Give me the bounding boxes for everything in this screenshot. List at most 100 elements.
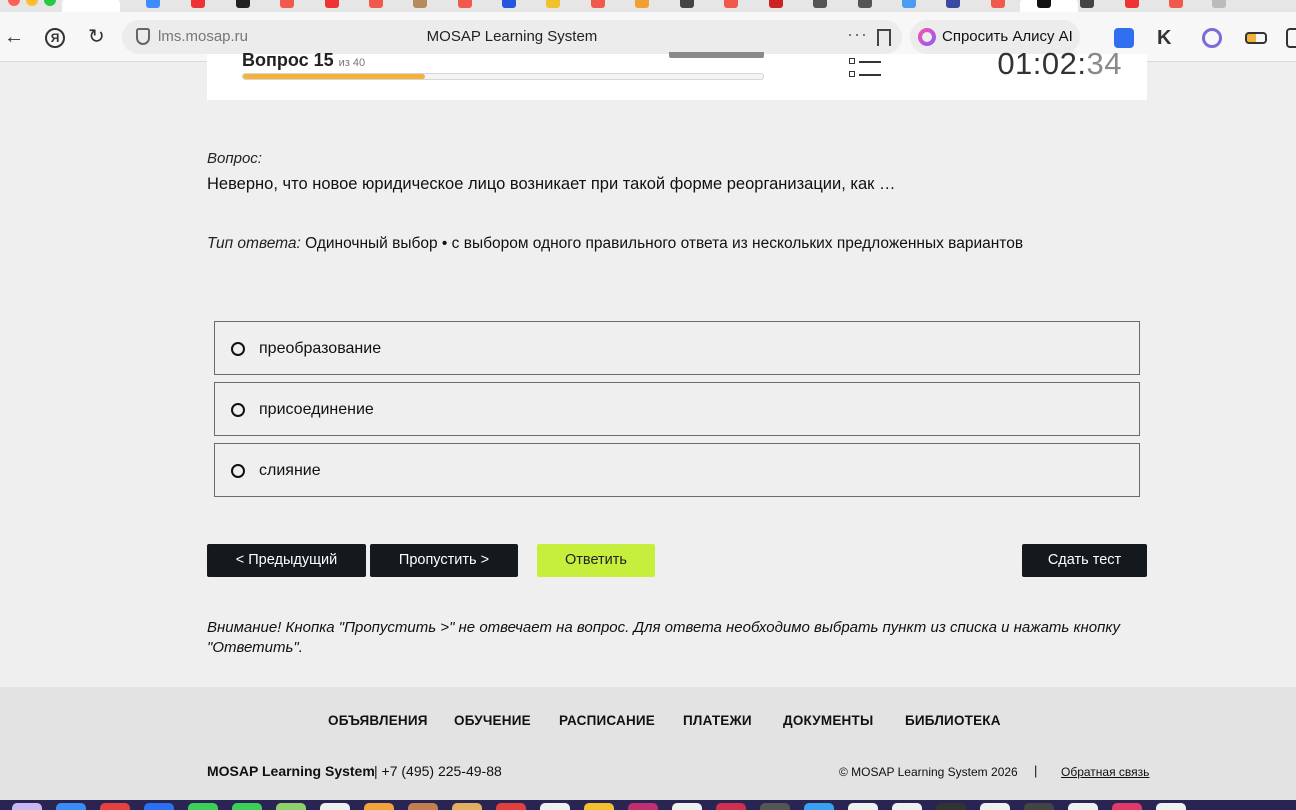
tab-favicon[interactable]	[325, 0, 339, 8]
option-label: присоединение	[259, 401, 374, 418]
submit-test-button[interactable]: Сдать тест	[1022, 544, 1147, 577]
dock-app-icon[interactable]	[936, 803, 966, 810]
dock-app-icon[interactable]	[320, 803, 350, 810]
tab-favicon[interactable]	[413, 0, 427, 8]
tab-favicon[interactable]	[369, 0, 383, 8]
list-bullet	[849, 71, 855, 77]
dock-app-icon[interactable]	[672, 803, 702, 810]
shield-icon[interactable]	[136, 28, 150, 45]
answer-option[interactable]: присоединение	[214, 382, 1140, 436]
progress-bar	[242, 73, 764, 80]
question-list-icon[interactable]	[849, 58, 881, 80]
dock-app-icon[interactable]	[496, 803, 526, 810]
tab-favicon[interactable]	[146, 0, 160, 8]
radio-button[interactable]	[231, 403, 245, 417]
dock-app-icon[interactable]	[100, 803, 130, 810]
dock-app-icon[interactable]	[56, 803, 86, 810]
tab-favicon[interactable]	[902, 0, 916, 8]
extension-icon[interactable]	[1114, 28, 1134, 48]
list-bullet	[849, 58, 855, 64]
extension-k-icon[interactable]: K	[1157, 28, 1177, 48]
tab-favicon[interactable]	[1169, 0, 1183, 8]
dock-app-icon[interactable]	[144, 803, 174, 810]
previous-button[interactable]: < Предыдущий	[207, 544, 366, 577]
dock-app-icon[interactable]	[12, 803, 42, 810]
tab-favicon[interactable]	[813, 0, 827, 8]
dock-app-icon[interactable]	[540, 803, 570, 810]
dock-app-icon[interactable]	[804, 803, 834, 810]
progress-fill	[243, 74, 425, 79]
tab-favicon[interactable]	[1080, 0, 1094, 8]
answer-option[interactable]: слияние	[214, 443, 1140, 497]
alice-ai-label: Спросить Алису AI	[942, 28, 1073, 45]
finish-tab-button[interactable]	[669, 52, 764, 58]
tab-favicon[interactable]	[458, 0, 472, 8]
footer-brand: MOSAP Learning System	[207, 763, 375, 779]
tab-favicon[interactable]	[502, 0, 516, 8]
dock-app-icon[interactable]	[188, 803, 218, 810]
test-header: Вопрос 15 из 40 01:02:34	[207, 46, 1147, 100]
tab-favicon[interactable]	[991, 0, 1005, 8]
close-window-icon[interactable]	[8, 0, 20, 6]
dock-app-icon[interactable]	[1156, 803, 1186, 810]
dock-app-icon[interactable]	[1024, 803, 1054, 810]
reload-icon[interactable]: ↻	[88, 26, 105, 48]
feedback-link[interactable]: Обратная связь	[1061, 765, 1149, 779]
radio-button[interactable]	[231, 464, 245, 478]
footer-link-library[interactable]: БИБЛИОТЕКА	[905, 713, 1001, 728]
tab-favicon[interactable]	[236, 0, 250, 8]
address-url[interactable]: lms.mosap.ru	[158, 28, 248, 45]
more-icon[interactable]: ···	[847, 24, 868, 45]
tab-favicon[interactable]	[1037, 0, 1051, 8]
battery-icon	[1245, 32, 1267, 44]
address-bar[interactable]: lms.mosap.ru MOSAP Learning System ···	[122, 20, 902, 54]
dock-app-icon[interactable]	[892, 803, 922, 810]
answer-button[interactable]: Ответить	[537, 544, 655, 577]
footer-link-announcements[interactable]: ОБЪЯВЛЕНИЯ	[328, 713, 428, 728]
maximize-window-icon[interactable]	[44, 0, 56, 6]
dock-app-icon[interactable]	[628, 803, 658, 810]
dock-app-icon[interactable]	[408, 803, 438, 810]
answer-type: Тип ответа: Одиночный выбор • с выбором …	[207, 235, 1023, 253]
extension-icon[interactable]	[1202, 28, 1222, 48]
tab-favicon[interactable]	[724, 0, 738, 8]
dock-app-icon[interactable]	[276, 803, 306, 810]
dock-app-icon[interactable]	[848, 803, 878, 810]
yandex-icon[interactable]: Я	[45, 28, 65, 48]
dock-app-icon[interactable]	[364, 803, 394, 810]
list-line	[859, 74, 881, 76]
question-counter: Вопрос 15 из 40	[242, 50, 365, 71]
dock-app-icon[interactable]	[760, 803, 790, 810]
dock-app-icon[interactable]	[452, 803, 482, 810]
tab-favicon[interactable]	[769, 0, 783, 8]
tab-favicon[interactable]	[946, 0, 960, 8]
timer-main: 01:02:	[997, 46, 1087, 81]
back-icon[interactable]: ←	[4, 26, 24, 48]
footer-link-education[interactable]: ОБУЧЕНИЕ	[454, 713, 531, 728]
dock-app-icon[interactable]	[584, 803, 614, 810]
footer-link-payments[interactable]: ПЛАТЕЖИ	[683, 713, 752, 728]
radio-button[interactable]	[231, 342, 245, 356]
dock-app-icon[interactable]	[1112, 803, 1142, 810]
tab-favicon[interactable]	[591, 0, 605, 8]
minimize-window-icon[interactable]	[26, 0, 38, 6]
active-tab[interactable]	[62, 0, 120, 12]
tab-favicon[interactable]	[858, 0, 872, 8]
extension-icon[interactable]	[1286, 28, 1296, 48]
tab-favicon[interactable]	[546, 0, 560, 8]
tab-favicon[interactable]	[635, 0, 649, 8]
tab-favicon[interactable]	[680, 0, 694, 8]
bookmark-icon[interactable]	[877, 29, 891, 46]
new-tab-icon[interactable]	[1212, 0, 1226, 8]
footer-link-schedule[interactable]: РАСПИСАНИЕ	[559, 713, 655, 728]
footer-link-documents[interactable]: ДОКУМЕНТЫ	[783, 713, 873, 728]
tab-favicon[interactable]	[280, 0, 294, 8]
answer-option[interactable]: преобразование	[214, 321, 1140, 375]
tab-favicon[interactable]	[191, 0, 205, 8]
dock-app-icon[interactable]	[980, 803, 1010, 810]
dock-app-icon[interactable]	[232, 803, 262, 810]
dock-app-icon[interactable]	[716, 803, 746, 810]
dock-app-icon[interactable]	[1068, 803, 1098, 810]
tab-favicon[interactable]	[1125, 0, 1139, 8]
skip-button[interactable]: Пропустить >	[370, 544, 518, 577]
